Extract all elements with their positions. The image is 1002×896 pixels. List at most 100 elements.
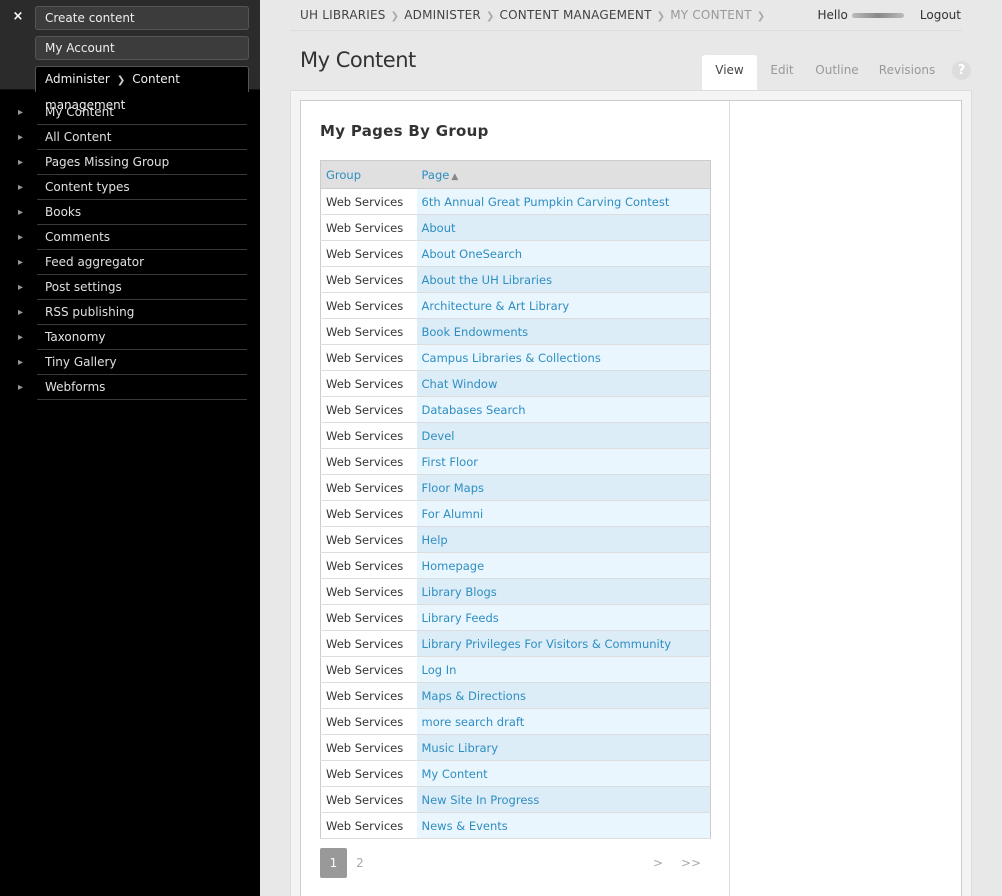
sidebar-toolbar: × Create content My Account Administer ❯ C…	[0, 0, 260, 112]
group-cell: Web Services	[320, 188, 417, 215]
redacted-username[interactable]	[851, 13, 904, 18]
table-row: Web Services Chat Window	[320, 370, 711, 397]
admin-crumb-administer[interactable]: Administer	[45, 72, 110, 86]
page-cell: Library Blogs	[416, 578, 711, 605]
page-link[interactable]: Library Blogs	[422, 585, 497, 599]
sidebar-item-label: Taxonomy	[45, 330, 106, 344]
group-header-label[interactable]: Group	[326, 168, 361, 182]
pager-next[interactable]: >	[652, 848, 664, 878]
page-link[interactable]: Music Library	[422, 741, 499, 755]
page-link[interactable]: News & Events	[422, 819, 508, 833]
help-icon[interactable]: ?	[952, 61, 971, 80]
table-row: Web Services My Content	[320, 760, 711, 787]
page-link[interactable]: Homepage	[422, 559, 485, 573]
breadcrumb-administer[interactable]: ADMINISTER	[404, 8, 481, 22]
page-link[interactable]: About	[422, 221, 456, 235]
chevron-right-icon: ▸	[18, 282, 24, 293]
page-link[interactable]: Library Feeds	[422, 611, 499, 625]
my-account-button[interactable]: My Account	[35, 36, 249, 60]
page-link[interactable]: Book Endowments	[422, 325, 529, 339]
page-link[interactable]: more search draft	[422, 715, 525, 729]
create-content-button[interactable]: Create content	[35, 6, 249, 30]
page-cell: Help	[416, 526, 711, 553]
page-link[interactable]: Library Privileges For Visitors & Commun…	[422, 637, 672, 651]
sidebar-menu: ▸ My Content ▸ All Content ▸ Pages Missing …	[0, 100, 260, 400]
page-link[interactable]: Chat Window	[422, 377, 498, 391]
group-cell: Web Services	[320, 370, 417, 397]
sidebar-item-my-content[interactable]: ▸ My Content	[18, 100, 247, 125]
group-cell: Web Services	[320, 760, 417, 787]
table-row: Web Services About	[320, 214, 711, 241]
column-divider	[729, 101, 730, 896]
table-row: Web Services Campus Libraries & Collectio…	[320, 344, 711, 371]
logout-link[interactable]: Logout	[920, 8, 961, 22]
table-row: Web Services First Floor	[320, 448, 711, 475]
page-cell: Music Library	[416, 734, 711, 761]
pager-page-2[interactable]: 2	[354, 848, 366, 878]
pager-last[interactable]: >>	[680, 848, 702, 878]
tab-outline[interactable]: Outline	[812, 55, 862, 90]
group-column-header[interactable]: Group	[320, 160, 417, 189]
page-link[interactable]: Devel	[422, 429, 455, 443]
tab-revisions[interactable]: Revisions	[877, 55, 937, 90]
breadcrumb: UH LIBRARIES ❯ ADMINISTER ❯ CONTENT MANAGEME…	[300, 8, 770, 22]
page-column-header[interactable]: Page ▲	[416, 160, 711, 189]
page-cell: Campus Libraries & Collections	[416, 344, 711, 371]
table-row: Web Services Homepage	[320, 552, 711, 579]
sidebar-item-post-settings[interactable]: ▸ Post settings	[18, 275, 247, 300]
tab-edit[interactable]: Edit	[762, 55, 802, 90]
page-link[interactable]: About the UH Libraries	[422, 273, 553, 287]
admin-breadcrumb-button[interactable]: Administer ❯ Content management	[35, 66, 249, 112]
chevron-right-icon: ▸	[18, 307, 24, 318]
page-link[interactable]: Databases Search	[422, 403, 526, 417]
sidebar-item-rss-publishing[interactable]: ▸ RSS publishing	[18, 300, 247, 325]
sidebar-item-all-content[interactable]: ▸ All Content	[18, 125, 247, 150]
page-link[interactable]: 6th Annual Great Pumpkin Carving Contest	[422, 195, 670, 209]
sidebar-item-label: Tiny Gallery	[45, 355, 117, 369]
page-link[interactable]: First Floor	[422, 455, 478, 469]
page-link[interactable]: Campus Libraries & Collections	[422, 351, 601, 365]
group-cell: Web Services	[320, 656, 417, 683]
group-cell: Web Services	[320, 682, 417, 709]
page-link[interactable]: Floor Maps	[422, 481, 485, 495]
chevron-right-icon: ▸	[18, 157, 24, 168]
page-cell: About	[416, 214, 711, 241]
group-cell: Web Services	[320, 214, 417, 241]
sidebar-item-tiny-gallery[interactable]: ▸ Tiny Gallery	[18, 350, 247, 375]
page-link[interactable]: Maps & Directions	[422, 689, 526, 703]
table-row: Web Services Book Endowments	[320, 318, 711, 345]
sidebar-item-books[interactable]: ▸ Books	[18, 200, 247, 225]
sidebar-item-webforms[interactable]: ▸ Webforms	[18, 375, 247, 400]
page-link[interactable]: For Alumni	[422, 507, 484, 521]
breadcrumb-uh-libraries[interactable]: UH LIBRARIES	[300, 8, 386, 22]
sidebar-item-content-types[interactable]: ▸ Content types	[18, 175, 247, 200]
chevron-right-icon: ❯	[756, 11, 766, 22]
breadcrumb-content-management[interactable]: CONTENT MANAGEMENT	[500, 8, 652, 22]
group-cell: Web Services	[320, 318, 417, 345]
page-link[interactable]: My Content	[422, 767, 488, 781]
page-link[interactable]: New Site In Progress	[422, 793, 540, 807]
table-row: Web Services Log In	[320, 656, 711, 683]
page-link[interactable]: Help	[422, 533, 448, 547]
tab-view[interactable]: View	[702, 55, 757, 90]
table-row: Web Services New Site In Progress	[320, 786, 711, 813]
page-cell: My Content	[416, 760, 711, 787]
close-icon[interactable]: ×	[11, 9, 25, 25]
page-header-label[interactable]: Page	[422, 168, 450, 182]
table-row: Web Services Devel	[320, 422, 711, 449]
sidebar-item-feed-aggregator[interactable]: ▸ Feed aggregator	[18, 250, 247, 275]
pages-table: Group Page ▲ Web Services 6th Annual Great…	[320, 160, 711, 839]
group-cell: Web Services	[320, 448, 417, 475]
page-link[interactable]: About OneSearch	[422, 247, 523, 261]
group-cell: Web Services	[320, 526, 417, 553]
sidebar-item-taxonomy[interactable]: ▸ Taxonomy	[18, 325, 247, 350]
page-link[interactable]: Log In	[422, 663, 457, 677]
sidebar-item-pages-missing-group[interactable]: ▸ Pages Missing Group	[18, 150, 247, 175]
page-link[interactable]: Architecture & Art Library	[422, 299, 570, 313]
table-body: Web Services 6th Annual Great Pumpkin Car…	[320, 188, 711, 839]
sidebar-item-comments[interactable]: ▸ Comments	[18, 225, 247, 250]
sidebar-item-label: RSS publishing	[45, 305, 135, 319]
table-row: Web Services Floor Maps	[320, 474, 711, 501]
sort-ascending-icon[interactable]: ▲	[451, 172, 458, 182]
page-title: My Content	[300, 48, 416, 72]
